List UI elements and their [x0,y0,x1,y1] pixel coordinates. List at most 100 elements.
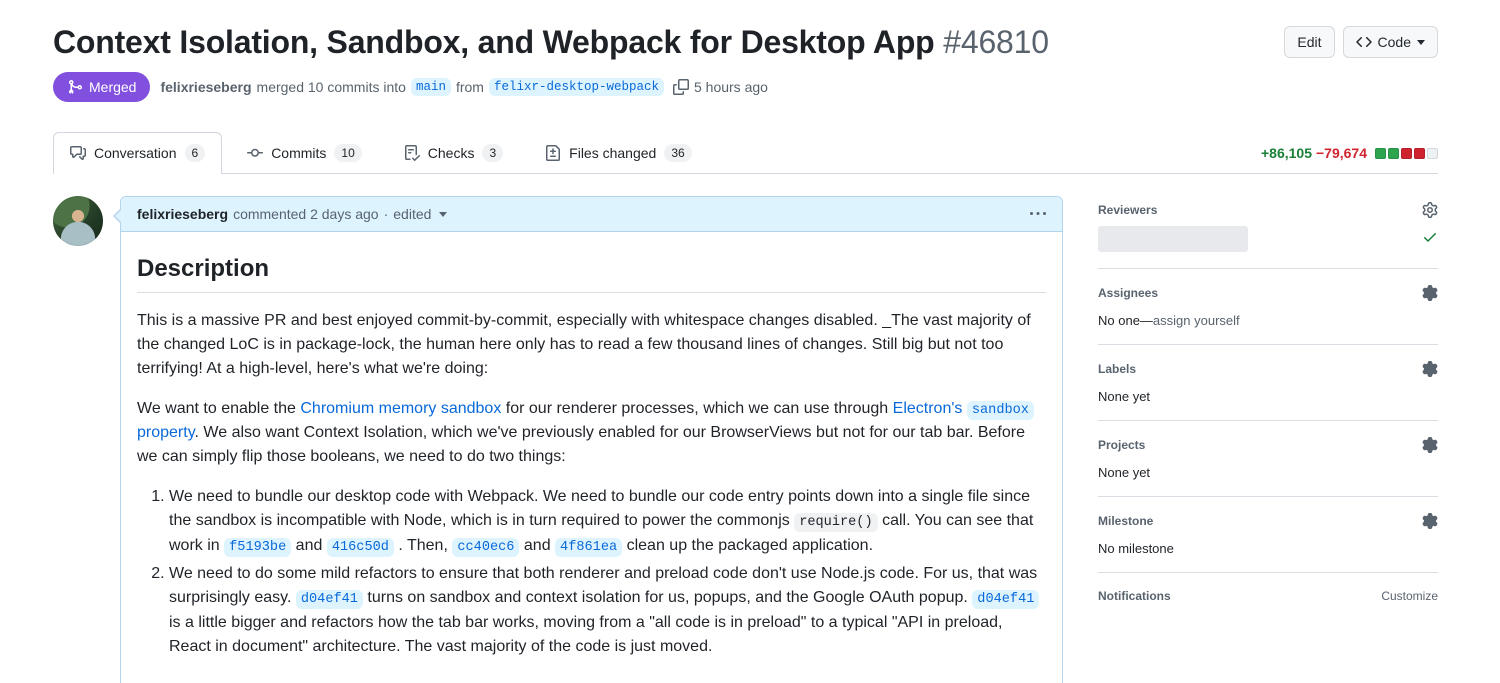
comment-body: Description This is a massive PR and bes… [121,232,1062,683]
merge-timestamp: 5 hours ago [694,79,768,95]
commit-link[interactable]: d04ef41 [296,589,363,606]
commit-sha: f5193be [224,538,291,557]
commit-link[interactable]: 4f861ea [555,537,622,554]
li1-text: clean up the packaged application. [622,537,873,554]
tab-checks-count: 3 [482,144,503,162]
gear-icon[interactable] [1422,285,1438,301]
comment-timestamp[interactable]: commented 2 days ago [233,206,379,222]
avatar[interactable] [53,196,103,246]
comment-edited-label[interactable]: edited [393,206,431,222]
copy-branch-icon[interactable] [673,79,689,95]
list-item: We need to do some mild refactors to ens… [169,562,1046,658]
pr-status-row: Merged felixrieseberg merged 10 commits … [53,72,1438,102]
p2-text: . We also want Context Isolation, which … [137,424,1025,465]
pr-page: Context Isolation, Sandbox, and Webpack … [0,0,1500,683]
git-merge-icon [67,79,83,95]
merge-summary-text: merged 10 commits into [257,79,406,95]
paragraph-1-text: This is a massive PR and best enjoyed co… [137,312,1031,377]
comment-dot-separator: · [384,206,389,222]
tab-conversation[interactable]: Conversation 6 [53,132,222,174]
chromium-sandbox-link[interactable]: Chromium memory sandbox [300,400,501,417]
kebab-menu-icon[interactable] [1030,206,1046,222]
commit-link[interactable]: f5193be [224,537,291,554]
file-diff-icon [545,145,561,161]
commit-sha: d04ef41 [296,590,363,609]
gear-icon[interactable] [1422,361,1438,377]
commit-link[interactable]: d04ef41 [972,589,1039,606]
checklist-icon [404,145,420,161]
base-branch-label[interactable]: main [411,78,451,96]
commit-sha: d04ef41 [972,590,1039,609]
p2-link-text: Electron's [893,400,963,417]
commit-link[interactable]: 416c50d [327,537,394,554]
header-actions: Edit Code [1284,22,1438,58]
sidebar-section-labels: Labels None yet [1098,361,1438,421]
commit-link[interactable]: cc40ec6 [452,537,519,554]
sidebar-section-milestone: Milestone No milestone [1098,513,1438,573]
paragraph-1: This is a massive PR and best enjoyed co… [137,309,1046,381]
diffstat-block-del [1401,148,1412,159]
gear-icon[interactable] [1422,513,1438,529]
sandbox-code-span: sandbox [967,401,1034,420]
notifications-title: Notifications [1098,589,1171,603]
tab-conversation-label: Conversation [94,142,177,164]
tab-conversation-count: 6 [185,144,206,162]
li1-text: . Then, [394,537,452,554]
li2-text: turns on sandbox and context isolation f… [363,589,972,606]
gear-icon[interactable] [1422,202,1438,218]
approved-check-icon [1422,229,1438,250]
tab-commits[interactable]: Commits 10 [230,132,379,173]
pr-number: #46810 [943,24,1049,60]
comment-header: felixrieseberg commented 2 days ago · ed… [121,197,1062,232]
comment-box: felixrieseberg commented 2 days ago · ed… [120,196,1063,683]
tab-checks[interactable]: Checks 3 [387,132,520,173]
assignees-none-text: No one— [1098,313,1153,328]
reviewer-redacted [1098,226,1248,252]
milestone-title: Milestone [1098,514,1153,528]
require-code-span: require() [794,513,877,532]
paragraph-2: We want to enable the Chromium memory sa… [137,397,1046,469]
pr-description-comment: felixrieseberg commented 2 days ago · ed… [53,196,1063,683]
edited-dropdown-icon[interactable] [439,212,447,217]
task-list: We need to bundle our desktop code with … [137,485,1046,658]
customize-link[interactable]: Customize [1381,589,1438,603]
comment-discussion-icon [70,145,86,161]
sidebar-section-assignees: Assignees No one—assign yourself [1098,285,1438,345]
pr-title-text: Context Isolation, Sandbox, and Webpack … [53,24,935,60]
head-branch-label[interactable]: felixr-desktop-webpack [489,78,664,96]
git-commit-icon [247,145,263,161]
pr-sidebar: Reviewers Assignees No one—assign yourse… [1098,196,1438,619]
diffstat-deletions: −79,674 [1316,145,1367,161]
p2-link-text: property [137,424,195,441]
diffstat: +86,105 −79,674 [1261,145,1438,173]
diffstat-additions: +86,105 [1261,145,1312,161]
comment-author-link[interactable]: felixrieseberg [137,206,228,222]
sidebar-section-reviewers: Reviewers [1098,202,1438,269]
gear-icon[interactable] [1422,437,1438,453]
tab-files-changed-count: 36 [664,144,691,162]
tab-files-changed[interactable]: Files changed 36 [528,132,709,173]
tab-files-changed-label: Files changed [569,142,656,164]
code-button-label: Code [1378,34,1411,50]
commit-sha: cc40ec6 [452,538,519,557]
code-icon [1356,34,1372,50]
comment-caret [113,208,121,224]
reviewer-row [1098,226,1438,252]
li2-text: is a little bigger and refactors how the… [169,614,1002,655]
labels-value: None yet [1098,389,1438,404]
diffstat-block-add [1375,148,1386,159]
assign-yourself-link[interactable]: assign yourself [1153,313,1240,328]
assignees-title: Assignees [1098,286,1158,300]
chevron-down-icon [1417,40,1425,45]
labels-title: Labels [1098,362,1136,376]
edit-button[interactable]: Edit [1284,26,1334,58]
merge-author-link[interactable]: felixrieseberg [160,79,251,95]
pr-header: Context Isolation, Sandbox, and Webpack … [53,22,1438,62]
commit-sha: 416c50d [327,538,394,557]
tab-commits-count: 10 [334,144,361,162]
code-dropdown-button[interactable]: Code [1343,26,1438,58]
pr-tabnav: Conversation 6 Commits 10 Checks 3 Files… [53,132,1438,174]
projects-title: Projects [1098,438,1145,452]
merged-badge: Merged [53,72,150,102]
diffstat-block-del [1414,148,1425,159]
